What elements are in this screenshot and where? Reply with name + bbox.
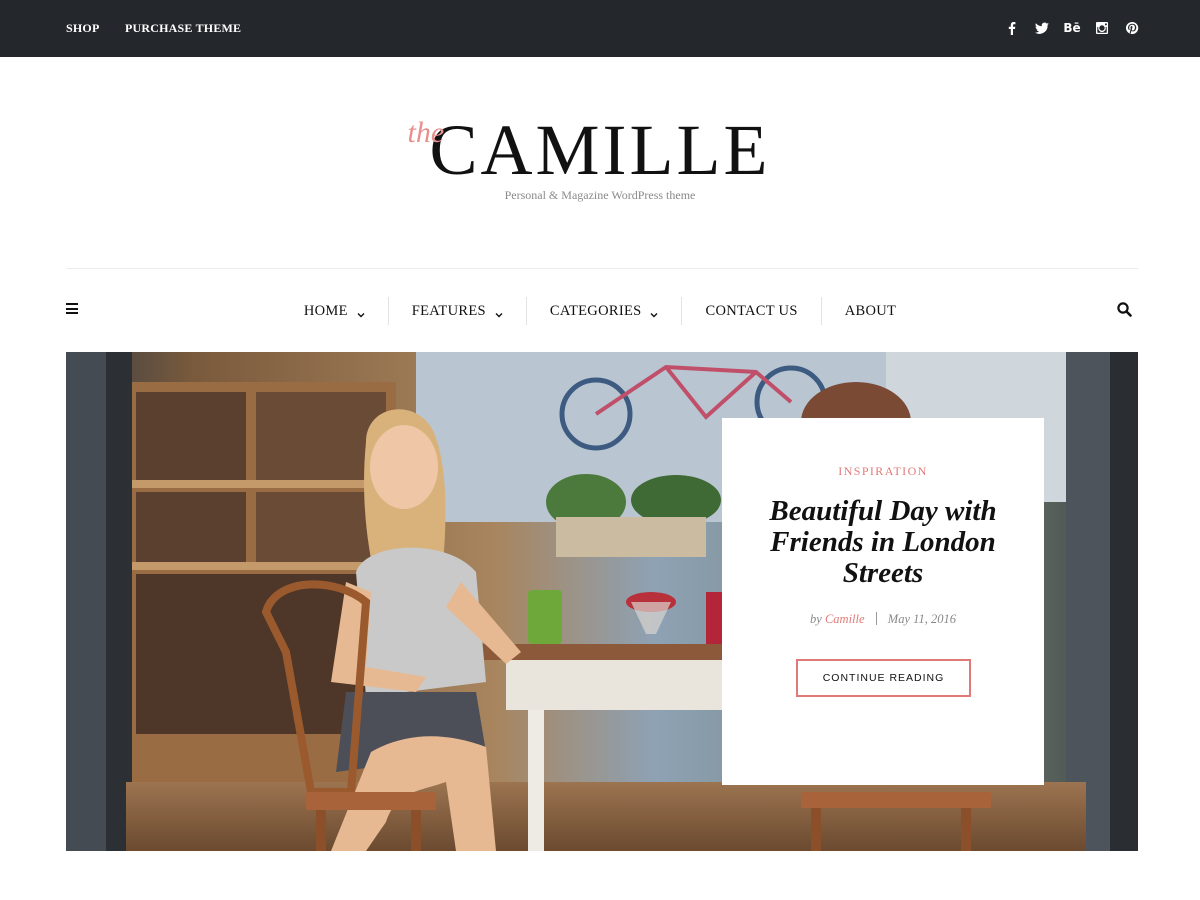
facebook-icon[interactable]: [1004, 20, 1020, 36]
chevron-down-icon: [650, 307, 658, 318]
search-icon[interactable]: [1117, 302, 1132, 317]
instagram-icon[interactable]: [1094, 20, 1110, 36]
nav-item-label: FEATURES: [411, 302, 486, 319]
nav-item-label: HOME: [303, 302, 348, 319]
site-tagline: Personal & Magazine WordPress theme: [504, 188, 696, 202]
continue-reading-button[interactable]: CONTINUE READING: [796, 659, 971, 697]
post-category[interactable]: INSPIRATION: [722, 464, 1044, 479]
shop-link[interactable]: SHOP: [66, 21, 99, 36]
nav-item-label: ABOUT: [844, 302, 897, 319]
nav-item-about[interactable]: ABOUT: [822, 297, 919, 325]
nav-item-categories[interactable]: CATEGORIES: [527, 297, 683, 325]
twitter-icon[interactable]: [1034, 20, 1050, 36]
behance-icon[interactable]: Bē: [1063, 20, 1080, 36]
meta-separator: [875, 612, 877, 625]
post-author[interactable]: Camille: [825, 612, 865, 626]
chevron-down-icon: [495, 307, 503, 318]
nav-item-label: CATEGORIES: [549, 302, 642, 319]
social-links: Bē: [1004, 19, 1140, 37]
purchase-theme-link[interactable]: PURCHASE THEME: [125, 21, 241, 36]
chevron-down-icon: [357, 307, 365, 318]
logo-the: the: [407, 116, 445, 149]
top-bar: SHOP PURCHASE THEME Bē: [0, 0, 1200, 57]
post-date: May 11, 2016: [887, 612, 956, 626]
post-by: by: [810, 612, 822, 626]
main-navigation: HOME FEATURES CATEGORIES CONTACT US ABOU…: [0, 296, 1200, 326]
logo-title: CAMILLE: [429, 110, 771, 190]
header-divider: [66, 268, 1138, 269]
nav-item-home[interactable]: HOME: [281, 297, 389, 325]
post-meta: by Camille May 11, 2016: [722, 612, 1044, 627]
nav-item-label: CONTACT US: [705, 302, 798, 319]
pinterest-icon[interactable]: [1124, 20, 1140, 36]
post-title[interactable]: Beautiful Day with Friends in London Str…: [742, 496, 1024, 589]
nav-item-contact-us[interactable]: CONTACT US: [682, 297, 822, 325]
featured-post-card: INSPIRATION Beautiful Day with Friends i…: [722, 418, 1044, 785]
nav-item-features[interactable]: FEATURES: [389, 297, 527, 325]
